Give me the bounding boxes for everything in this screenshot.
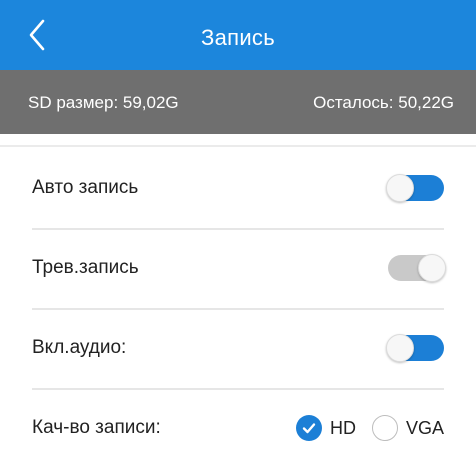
header-bar: Запись xyxy=(0,0,476,70)
remaining-space-text: Осталось: 50,22G xyxy=(313,93,454,112)
setting-row-auto-record: Авто запись xyxy=(32,148,444,228)
quality-radio-group: HD VGA xyxy=(295,388,444,468)
setting-label-record-quality: Кач-во записи: xyxy=(32,417,161,438)
alarm-record-toggle[interactable] xyxy=(388,254,446,282)
quality-option-vga[interactable]: VGA xyxy=(371,415,444,441)
setting-row-record-quality: Кач-во записи: HD VGA xyxy=(32,388,444,468)
setting-label-audio: Вкл.аудио: xyxy=(32,337,127,358)
toggle-knob xyxy=(418,254,446,282)
audio-toggle[interactable] xyxy=(386,334,444,362)
page-title: Запись xyxy=(201,25,275,50)
radio-checked-icon xyxy=(295,415,322,441)
toggle-knob xyxy=(386,334,414,362)
setting-label-alarm-record: Трев.запись xyxy=(32,257,139,278)
setting-row-audio: Вкл.аудио: xyxy=(32,308,444,388)
toggle-knob xyxy=(386,174,414,202)
sd-size-text: SD размер: 59,02G xyxy=(28,93,179,112)
setting-row-alarm-record: Трев.запись xyxy=(32,228,446,308)
radio-unchecked-icon xyxy=(371,415,398,441)
storage-info-bar: SD размер: 59,02G Осталось: 50,22G xyxy=(0,70,476,134)
setting-label-auto-record: Авто запись xyxy=(32,177,139,198)
quality-option-hd[interactable]: HD xyxy=(295,415,356,441)
checkmark-icon xyxy=(302,423,316,434)
divider xyxy=(0,145,476,147)
quality-option-hd-label: HD xyxy=(329,417,356,438)
auto-record-toggle[interactable] xyxy=(386,174,444,202)
quality-option-vga-label: VGA xyxy=(405,417,444,438)
